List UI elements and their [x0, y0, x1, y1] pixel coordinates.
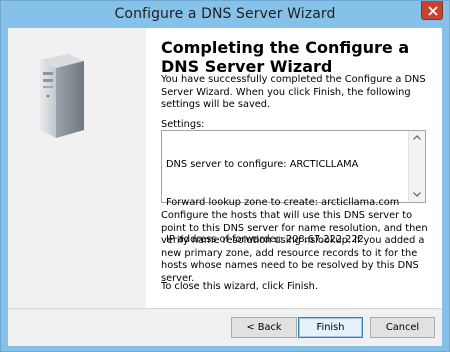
settings-line: Forward lookup zone to create: arcticlla… [166, 196, 400, 208]
title-bar[interactable]: Configure a DNS Server Wizard [1, 1, 449, 28]
intro-text: You have successfully completed the Conf… [161, 74, 426, 110]
wizard-window: Configure a DNS Server Wizard Completing… [0, 0, 450, 352]
close-icon [428, 6, 438, 16]
chevron-up-icon [413, 135, 421, 140]
wizard-side-panel [8, 28, 146, 308]
window-title: Configure a DNS Server Wizard [114, 6, 336, 22]
server-illustration-icon [40, 54, 84, 138]
back-button[interactable]: < Back [231, 317, 297, 338]
button-bar: < Back Finish Cancel [8, 309, 442, 346]
settings-textbox[interactable]: DNS server to configure: ARCTICLLAMA For… [161, 130, 426, 245]
close-instruction-text: To close this wizard, click Finish. [161, 281, 318, 292]
close-button[interactable] [421, 1, 443, 20]
settings-scrollbar[interactable] [408, 131, 425, 202]
wizard-client-area: Completing the Configure a DNS Server Wi… [8, 28, 442, 346]
configure-hosts-text: Configure the hosts that will use this D… [161, 210, 428, 284]
chevron-down-icon [413, 192, 421, 197]
scroll-down-button[interactable] [409, 188, 425, 202]
scroll-up-button[interactable] [409, 131, 425, 145]
finish-button[interactable]: Finish [298, 317, 363, 338]
page-title: Completing the Configure a DNS Server Wi… [161, 38, 410, 76]
settings-line: DNS server to configure: ARCTICLLAMA [166, 159, 359, 170]
cancel-button[interactable]: Cancel [370, 317, 435, 338]
